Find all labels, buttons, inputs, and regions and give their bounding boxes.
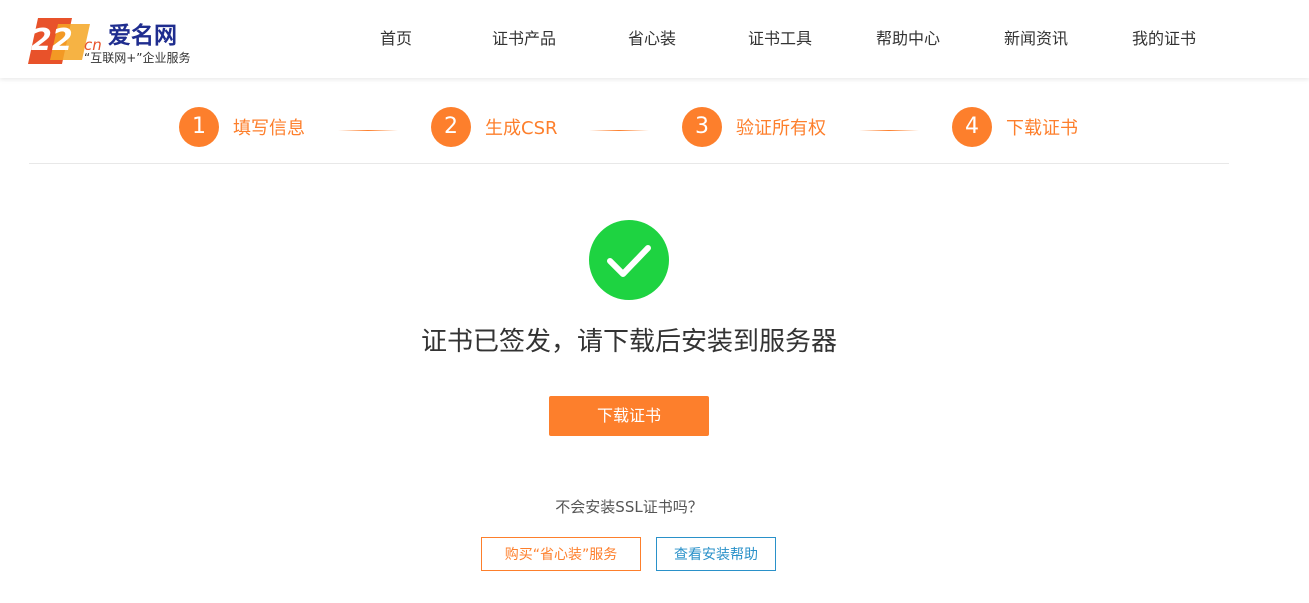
- nav-item-news[interactable]: 新闻资讯: [972, 0, 1100, 78]
- step-download-cert: 4 下载证书: [952, 107, 1078, 147]
- install-question: 不会安装SSL证书吗？: [555, 498, 703, 516]
- step-label: 生成CSR: [485, 118, 558, 139]
- buy-easy-install-button[interactable]: 购买“省心装”服务: [481, 537, 641, 571]
- download-cert-button[interactable]: 下载证书: [549, 396, 709, 436]
- step-number: 2: [431, 107, 471, 147]
- step-connector: [338, 130, 398, 131]
- step-number: 4: [952, 107, 992, 147]
- logo-brand: 爱名网: [108, 23, 177, 49]
- nav-item-home[interactable]: 首页: [332, 0, 460, 78]
- success-title: 证书已签发，请下载后安装到服务器: [420, 327, 837, 357]
- nav-item-my-certs[interactable]: 我的证书: [1100, 0, 1228, 78]
- step-number: 1: [179, 107, 219, 147]
- progress-steps: 1 填写信息 2 生成CSR 3 验证所有权 4 下载证书: [29, 80, 1229, 164]
- nav-item-cert-tools[interactable]: 证书工具: [716, 0, 844, 78]
- site-header: 22 cn 爱名网 “互联网+”企业服务 首页 证书产品 省心装 证书工具 帮助…: [0, 0, 1309, 78]
- main-nav: 首页 证书产品 省心装 证书工具 帮助中心 新闻资讯 我的证书: [332, 0, 1228, 78]
- nav-item-easy-install[interactable]: 省心装: [588, 0, 716, 78]
- step-connector: [589, 130, 649, 131]
- step-label: 填写信息: [233, 118, 305, 139]
- install-help-button[interactable]: 查看安装帮助: [656, 537, 776, 571]
- nav-item-cert-products[interactable]: 证书产品: [460, 0, 588, 78]
- step-connector: [859, 130, 919, 131]
- step-label: 下载证书: [1006, 118, 1078, 139]
- success-checkmark-icon: [589, 220, 669, 300]
- logo-slogan: “互联网+”企业服务: [84, 51, 191, 65]
- step-fill-info: 1 填写信息: [179, 107, 305, 147]
- step-number: 3: [682, 107, 722, 147]
- step-label: 验证所有权: [736, 118, 826, 139]
- nav-item-help-center[interactable]: 帮助中心: [844, 0, 972, 78]
- logo-mark-text: 22: [31, 23, 73, 58]
- step-generate-csr: 2 生成CSR: [431, 107, 558, 147]
- step-verify-ownership: 3 验证所有权: [682, 107, 826, 147]
- site-logo[interactable]: 22 cn 爱名网 “互联网+”企业服务: [28, 12, 198, 68]
